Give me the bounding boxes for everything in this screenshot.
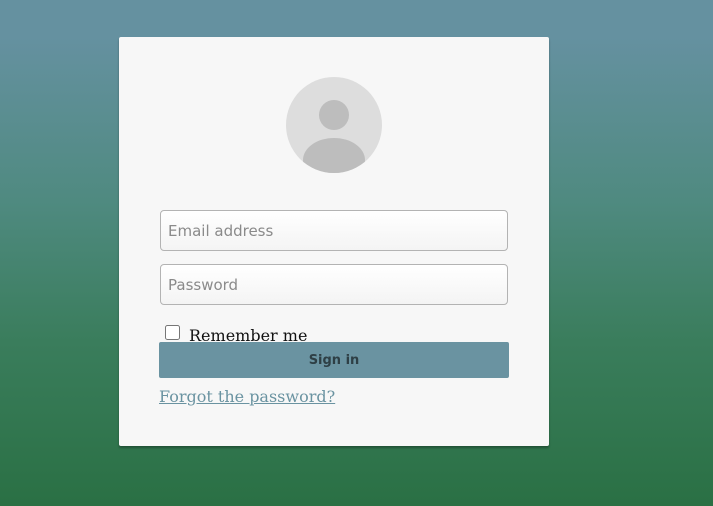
- background-top-band: [0, 0, 713, 37]
- remember-me-row: Remember me: [165, 321, 307, 345]
- password-field[interactable]: [160, 264, 508, 305]
- forgot-password-link[interactable]: Forgot the password?: [159, 387, 335, 406]
- sign-in-button[interactable]: Sign in: [159, 342, 509, 378]
- remember-me-checkbox[interactable]: [165, 324, 180, 340]
- login-card: Remember me Sign in Forgot the password?: [119, 37, 549, 446]
- user-avatar-icon: [286, 77, 382, 173]
- email-field[interactable]: [160, 210, 508, 251]
